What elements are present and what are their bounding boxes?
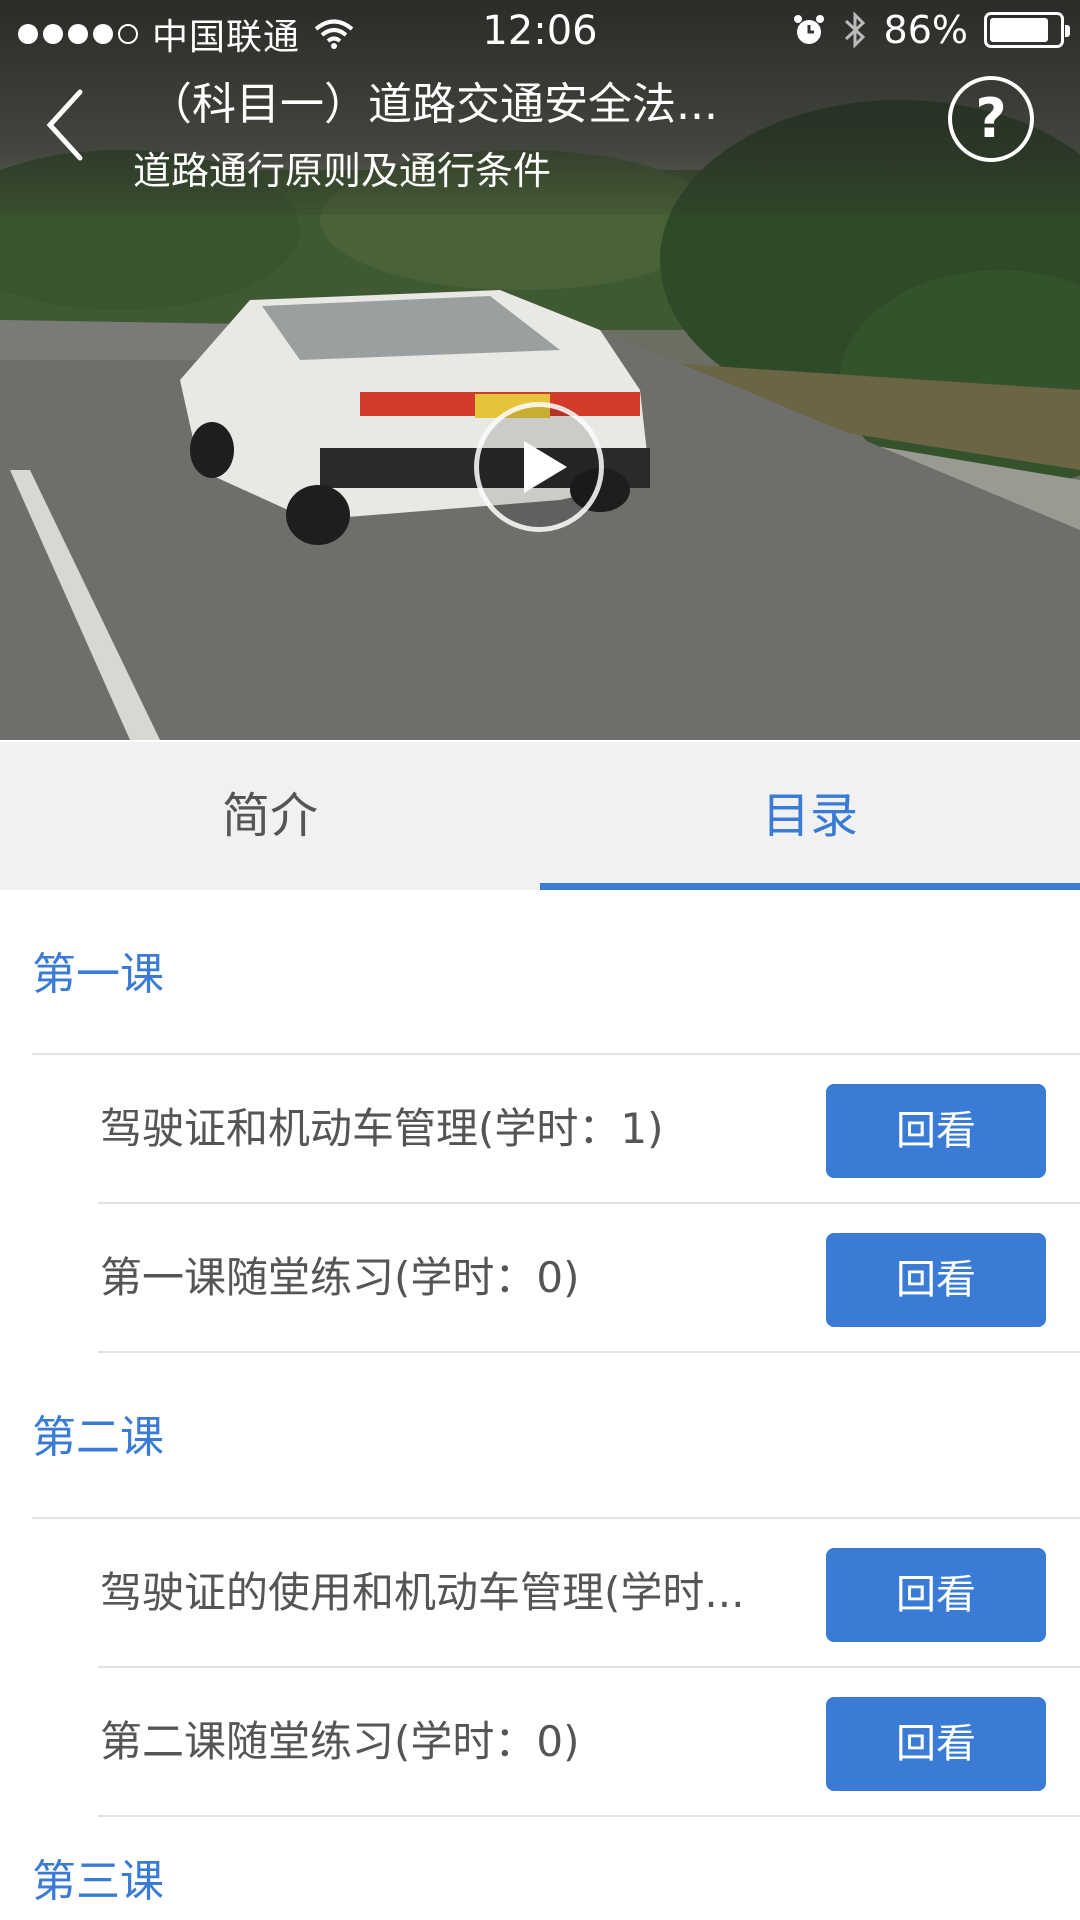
catalog-list: 第一课 驾驶证和机动车管理(学时：1) 回看 第一课随堂练习(学时：0) 回看 … bbox=[0, 890, 1080, 1907]
status-right: 86% bbox=[792, 8, 1070, 52]
item-title: 驾驶证和机动车管理(学时：1) bbox=[100, 1104, 664, 1153]
tab-bar: 简介 目录 bbox=[0, 742, 1080, 890]
help-button[interactable]: ? bbox=[948, 76, 1034, 162]
item-title: 第二课随堂练习(学时：0) bbox=[100, 1717, 580, 1766]
list-item[interactable]: 第一课随堂练习(学时：0) 回看 bbox=[98, 1204, 1080, 1353]
item-title: 驾驶证的使用和机动车管理(学时... bbox=[100, 1568, 745, 1617]
course-title: （科目一）道路交通安全法... bbox=[148, 79, 718, 130]
back-button[interactable] bbox=[30, 80, 100, 170]
review-button[interactable]: 回看 bbox=[826, 1548, 1046, 1642]
list-item[interactable]: 驾驶证的使用和机动车管理(学时... 回看 bbox=[98, 1519, 1080, 1668]
battery-fill bbox=[990, 18, 1049, 42]
play-icon bbox=[524, 441, 567, 493]
video-player[interactable]: 中国联通 12:06 86% （科目一）道路交通安全法... 道路通行原则及通行… bbox=[0, 0, 1080, 740]
battery-icon bbox=[984, 12, 1070, 48]
status-bar: 中国联通 12:06 86% bbox=[0, 0, 1080, 62]
list-item[interactable]: 驾驶证和机动车管理(学时：1) 回看 bbox=[98, 1055, 1080, 1204]
bluetooth-icon bbox=[844, 11, 865, 49]
lesson-title: 第二课 bbox=[32, 1412, 164, 1463]
alarm-icon bbox=[793, 15, 824, 44]
battery-percent: 86% bbox=[883, 8, 968, 52]
lesson-title: 第一课 bbox=[32, 949, 164, 1000]
review-button[interactable]: 回看 bbox=[826, 1084, 1046, 1178]
tab-catalog[interactable]: 目录 bbox=[540, 742, 1080, 890]
lesson-section: 第二课 bbox=[0, 1353, 1080, 1519]
review-button[interactable]: 回看 bbox=[826, 1233, 1046, 1327]
course-subtitle: 道路通行原则及通行条件 bbox=[133, 149, 552, 193]
lesson-section: 第一课 bbox=[0, 890, 1080, 1055]
play-button[interactable] bbox=[474, 402, 604, 532]
lesson-title: 第三课 bbox=[32, 1856, 164, 1907]
list-item[interactable]: 第二课随堂练习(学时：0) 回看 bbox=[98, 1668, 1080, 1817]
tab-intro[interactable]: 简介 bbox=[0, 742, 540, 890]
review-button[interactable]: 回看 bbox=[826, 1697, 1046, 1791]
item-title: 第一课随堂练习(学时：0) bbox=[100, 1253, 580, 1302]
